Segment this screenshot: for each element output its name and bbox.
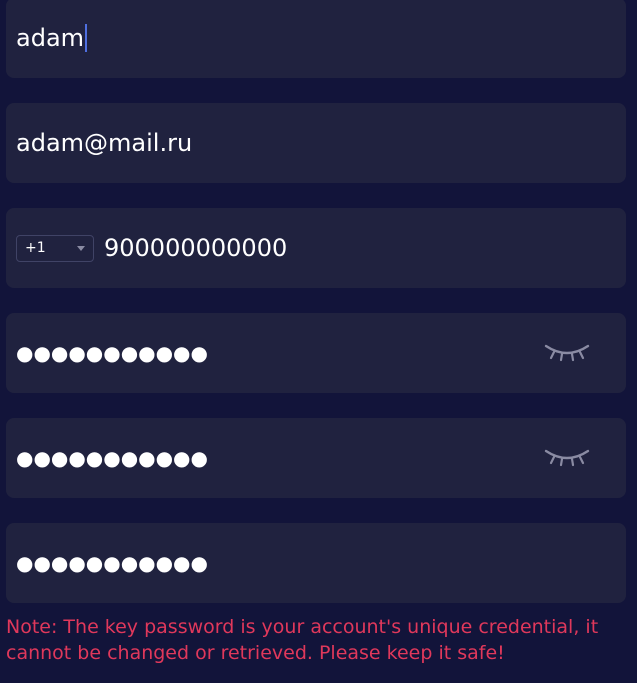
password-field[interactable]: ●●●●●●●●●●● xyxy=(6,313,626,393)
key-password-field[interactable]: ●●●●●●●●●●● xyxy=(6,523,626,603)
username-input[interactable]: adam xyxy=(16,24,87,52)
username-value: adam xyxy=(16,24,85,52)
phone-field[interactable]: +1 900000000000 xyxy=(6,208,626,288)
key-password-value: ●●●●●●●●●●● xyxy=(16,551,208,575)
password-value: ●●●●●●●●●●● xyxy=(16,341,208,365)
text-caret xyxy=(85,24,87,52)
phone-number-value: 900000000000 xyxy=(104,234,288,262)
email-field[interactable]: adam@mail.ru xyxy=(6,103,626,183)
eye-closed-icon[interactable] xyxy=(544,342,590,364)
username-field[interactable]: adam xyxy=(6,0,626,78)
email-value: adam@mail.ru xyxy=(16,129,193,157)
country-code-value: +1 xyxy=(25,240,46,256)
key-password-note: Note: The key password is your account's… xyxy=(6,616,599,664)
registration-form: adam adam@mail.ru +1 900000000000 ●●●●●●… xyxy=(0,0,637,683)
chevron-down-icon xyxy=(77,245,85,251)
confirm-password-field[interactable]: ●●●●●●●●●●● xyxy=(6,418,626,498)
confirm-password-value: ●●●●●●●●●●● xyxy=(16,446,208,470)
country-code-select[interactable]: +1 xyxy=(16,234,94,262)
eye-closed-icon[interactable] xyxy=(544,447,590,469)
